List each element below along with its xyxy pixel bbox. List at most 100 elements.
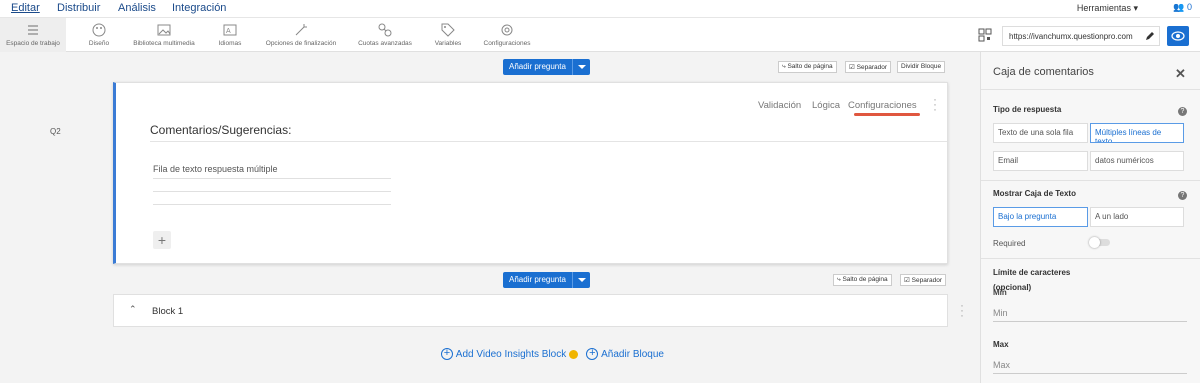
required-toggle[interactable]: [1089, 237, 1110, 248]
toolbar-languages[interactable]: A Idiomas: [212, 18, 248, 52]
tools-label: Herramientas: [1076, 3, 1131, 13]
nav-analisis[interactable]: Análisis: [118, 2, 156, 14]
toolbar-design[interactable]: Diseño: [79, 18, 119, 52]
answer-line: [153, 178, 391, 179]
quotas-icon: [378, 23, 392, 37]
required-label: Required: [993, 239, 1026, 248]
page-break-button[interactable]: ⤷ Salto de página: [778, 61, 837, 73]
min-input[interactable]: Min: [993, 304, 1187, 322]
survey-url-field[interactable]: https://ivanchumx.questionpro.com: [1002, 26, 1160, 46]
svg-text:A: A: [226, 28, 231, 35]
separator-button[interactable]: ☑ Separador: [900, 274, 946, 286]
nav-editar[interactable]: Editar: [11, 2, 40, 14]
tag-icon: [441, 23, 455, 37]
answer-line: [153, 191, 391, 192]
list-icon: [28, 25, 38, 35]
collapse-icon[interactable]: ⌃: [129, 304, 137, 315]
toolbar-label: Cuotas avanzadas: [358, 40, 412, 47]
question-separator-top: Añadir pregunta ⤷ Salto de página ☑ Sepa…: [113, 59, 948, 79]
question-title[interactable]: Comentarios/Sugerencias:: [150, 123, 291, 137]
more-options-icon[interactable]: · · ·: [933, 93, 937, 115]
qr-code-icon[interactable]: [978, 28, 992, 42]
toolbar-finish-options[interactable]: Opciones de finalización: [260, 18, 342, 52]
separator-button[interactable]: ☑ Separador: [845, 61, 891, 73]
separator-label: Separador: [856, 64, 887, 71]
max-label: Max: [993, 340, 1009, 349]
page-break-button[interactable]: ⤷ Salto de página: [833, 274, 892, 286]
add-question-button[interactable]: Añadir pregunta: [503, 59, 590, 75]
caret-down-icon: ▾: [1133, 3, 1138, 13]
palette-icon: [92, 23, 106, 37]
split-block-label: Dividir Bloque: [901, 63, 942, 70]
add-video-insights-link[interactable]: + Add Video Insights Block: [441, 348, 579, 360]
users-indicator[interactable]: 👥 0: [1173, 2, 1192, 13]
gear-icon: [501, 24, 513, 36]
option-single-line[interactable]: Texto de una sola fila: [993, 123, 1088, 143]
add-block-link[interactable]: + Añadir Bloque: [586, 348, 664, 360]
toolbar-workspace[interactable]: Espacio de trabajo: [0, 18, 66, 52]
bottom-actions: + Add Video Insights Block + Añadir Bloq…: [441, 348, 664, 360]
nav-integracion[interactable]: Integración: [172, 2, 226, 14]
tools-dropdown[interactable]: Herramientas ▾: [1077, 3, 1138, 14]
add-question-label: Añadir pregunta: [509, 275, 566, 284]
toolbar-media-library[interactable]: Biblioteca multimedia: [128, 18, 200, 52]
settings-panel: Caja de comentarios ✕ Tipo de respuesta …: [980, 52, 1200, 383]
toolbar-label: Variables: [434, 40, 462, 47]
magic-wand-icon: [295, 24, 307, 36]
help-icon[interactable]: ?: [1178, 107, 1187, 116]
users-count: 0: [1186, 2, 1192, 12]
panel-title: Caja de comentarios: [993, 66, 1094, 78]
toolbar-variables[interactable]: Variables: [430, 18, 466, 52]
block-header[interactable]: ⌃ Block 1 · · ·: [113, 294, 964, 327]
nav-distribuir[interactable]: Distribuir: [57, 2, 100, 14]
divider: [981, 180, 1200, 181]
block-name: Block 1: [152, 306, 184, 317]
toolbar-advanced-quotas[interactable]: Cuotas avanzadas: [354, 18, 416, 52]
image-icon: [157, 24, 171, 36]
option-side[interactable]: A un lado: [1090, 207, 1184, 227]
more-options-icon[interactable]: · · ·: [960, 299, 964, 321]
page-break-label: Salto de página: [787, 63, 833, 70]
divider: [150, 141, 947, 142]
caret-down-icon[interactable]: [572, 59, 590, 75]
question-card[interactable]: Validación Lógica Configuraciones · · · Co…: [113, 82, 948, 264]
survey-url: https://ivanchumx.questionpro.com: [1009, 32, 1133, 41]
toolbar-label: Diseño: [88, 40, 110, 47]
close-icon[interactable]: ✕: [1175, 66, 1186, 82]
toolbar-label: Biblioteca multimedia: [133, 40, 195, 47]
preview-button[interactable]: [1167, 26, 1189, 46]
toolbar-label: Opciones de finalización: [265, 40, 337, 47]
toolbar-label: Configuraciones: [483, 40, 531, 47]
tab-logic[interactable]: Lógica: [812, 100, 840, 111]
add-circle-icon: +: [441, 348, 453, 360]
min-label: Min: [993, 288, 1007, 297]
add-block-label: Añadir Bloque: [601, 348, 664, 360]
caret-down-icon[interactable]: [572, 272, 590, 288]
add-question-button[interactable]: Añadir pregunta: [503, 272, 590, 288]
response-type-title: Tipo de respuesta: [993, 105, 1062, 114]
toolbar-label: Idiomas: [218, 40, 242, 47]
answer-placeholder: Fila de texto respuesta múltiple: [153, 164, 278, 174]
users-icon: 👥: [1173, 2, 1185, 12]
help-icon[interactable]: ?: [1178, 191, 1187, 200]
tab-validation[interactable]: Validación: [758, 100, 801, 111]
toggle-knob: [1089, 237, 1100, 248]
eye-icon: [1171, 31, 1185, 41]
split-block-button[interactable]: Dividir Bloque: [897, 61, 946, 73]
toolbar: Espacio de trabajo Diseño Biblioteca mul…: [0, 18, 1200, 52]
char-limit-title: Límite de caracteres: [993, 268, 1071, 277]
option-numeric[interactable]: datos numéricos: [1090, 151, 1184, 171]
tab-settings[interactable]: Configuraciones: [848, 100, 917, 111]
divider: [981, 258, 1200, 259]
settings-highlight-underline: [854, 113, 920, 116]
option-multi-line[interactable]: Múltiples líneas de texto: [1090, 123, 1184, 143]
add-circle-icon: +: [586, 348, 599, 360]
add-item-button[interactable]: +: [153, 231, 171, 249]
max-input[interactable]: Max: [993, 356, 1187, 374]
option-email[interactable]: Email: [993, 151, 1088, 171]
divider: [981, 89, 1200, 90]
pencil-icon[interactable]: [1145, 31, 1155, 41]
toolbar-settings[interactable]: Configuraciones: [478, 18, 536, 52]
toolbar-label: Espacio de trabajo: [6, 40, 60, 47]
option-below-question[interactable]: Bajo la pregunta: [993, 207, 1088, 227]
